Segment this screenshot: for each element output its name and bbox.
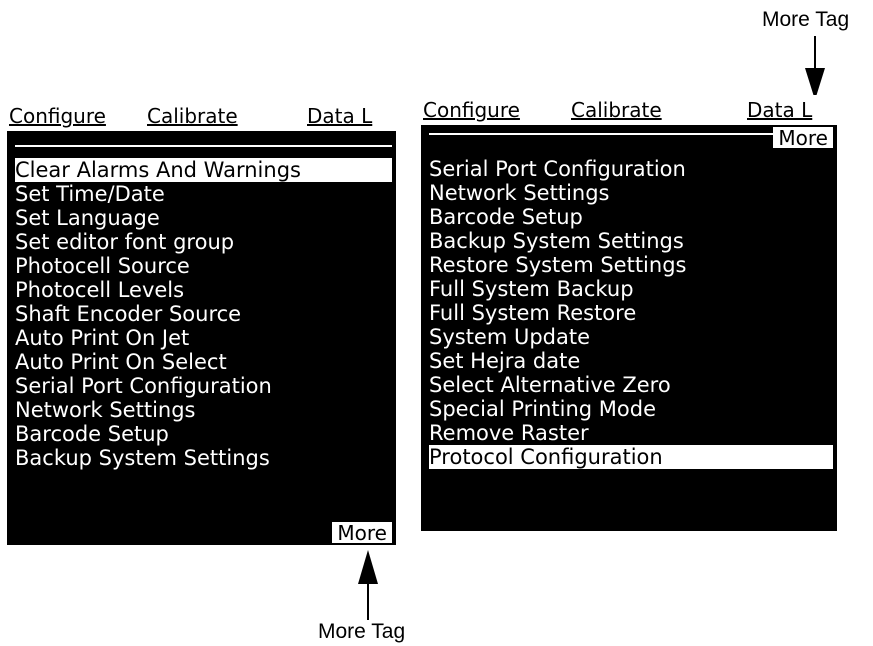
menu-item-set-hejra-date[interactable]: Set Hejra date bbox=[429, 349, 833, 373]
menu-item-backup-system-settings[interactable]: Backup System Settings bbox=[429, 229, 833, 253]
menu-item-photocell-levels[interactable]: Photocell Levels bbox=[15, 278, 392, 302]
menu-item-system-update[interactable]: System Update bbox=[429, 325, 833, 349]
menu-item-set-time-date[interactable]: Set Time/Date bbox=[15, 182, 392, 206]
tab-configure[interactable]: Configure bbox=[9, 101, 106, 131]
left-menu-list: Clear Alarms And Warnings Set Time/Date … bbox=[15, 158, 392, 470]
menu-item-full-system-restore[interactable]: Full System Restore bbox=[429, 301, 833, 325]
right-menu-bar: Configure Calibrate Data L bbox=[421, 95, 837, 125]
menu-item-remove-raster[interactable]: Remove Raster bbox=[429, 421, 833, 445]
tab-data-l[interactable]: Data L bbox=[307, 101, 372, 131]
left-menu-bar: Configure Calibrate Data L bbox=[7, 101, 396, 131]
menu-item-serial-port-configuration[interactable]: Serial Port Configuration bbox=[429, 157, 833, 181]
menu-item-barcode-setup[interactable]: Barcode Setup bbox=[15, 422, 392, 446]
left-frame-top bbox=[15, 145, 392, 147]
tab-calibrate[interactable]: Calibrate bbox=[147, 101, 238, 131]
left-printer-screen: Configure Calibrate Data L Clear Alarms … bbox=[7, 101, 396, 545]
menu-item-restore-system-settings[interactable]: Restore System Settings bbox=[429, 253, 833, 277]
tab-configure[interactable]: Configure bbox=[423, 95, 520, 125]
menu-item-special-printing-mode[interactable]: Special Printing Mode bbox=[429, 397, 833, 421]
more-tag-callout-top: More Tag bbox=[762, 8, 850, 31]
menu-item-barcode-setup[interactable]: Barcode Setup bbox=[429, 205, 833, 229]
menu-item-auto-print-on-select[interactable]: Auto Print On Select bbox=[15, 350, 392, 374]
menu-item-auto-print-on-jet[interactable]: Auto Print On Jet bbox=[15, 326, 392, 350]
tab-calibrate[interactable]: Calibrate bbox=[571, 95, 662, 125]
arrow-up-icon bbox=[358, 550, 378, 620]
menu-item-clear-alarms[interactable]: Clear Alarms And Warnings bbox=[15, 158, 392, 182]
menu-item-network-settings[interactable]: Network Settings bbox=[15, 398, 392, 422]
tab-data-l[interactable]: Data L bbox=[747, 95, 812, 125]
menu-item-backup-system-settings[interactable]: Backup System Settings bbox=[15, 446, 392, 470]
right-menu-list: Serial Port Configuration Network Settin… bbox=[429, 157, 833, 469]
menu-item-set-language[interactable]: Set Language bbox=[15, 206, 392, 230]
menu-item-select-alternative-zero[interactable]: Select Alternative Zero bbox=[429, 373, 833, 397]
menu-item-shaft-encoder-source[interactable]: Shaft Encoder Source bbox=[15, 302, 392, 326]
menu-item-serial-port-configuration[interactable]: Serial Port Configuration bbox=[15, 374, 392, 398]
menu-item-set-editor-font-group[interactable]: Set editor font group bbox=[15, 230, 392, 254]
menu-item-network-settings[interactable]: Network Settings bbox=[429, 181, 833, 205]
right-frame-top bbox=[429, 133, 777, 135]
left-more-tag: More bbox=[332, 522, 392, 544]
menu-item-protocol-configuration[interactable]: Protocol Configuration bbox=[429, 445, 833, 469]
more-tag-callout-bottom: More Tag bbox=[318, 620, 406, 643]
right-printer-screen: Configure Calibrate Data L More Serial P… bbox=[421, 95, 837, 531]
menu-item-full-system-backup[interactable]: Full System Backup bbox=[429, 277, 833, 301]
right-more-tag: More bbox=[773, 127, 833, 149]
menu-item-photocell-source[interactable]: Photocell Source bbox=[15, 254, 392, 278]
